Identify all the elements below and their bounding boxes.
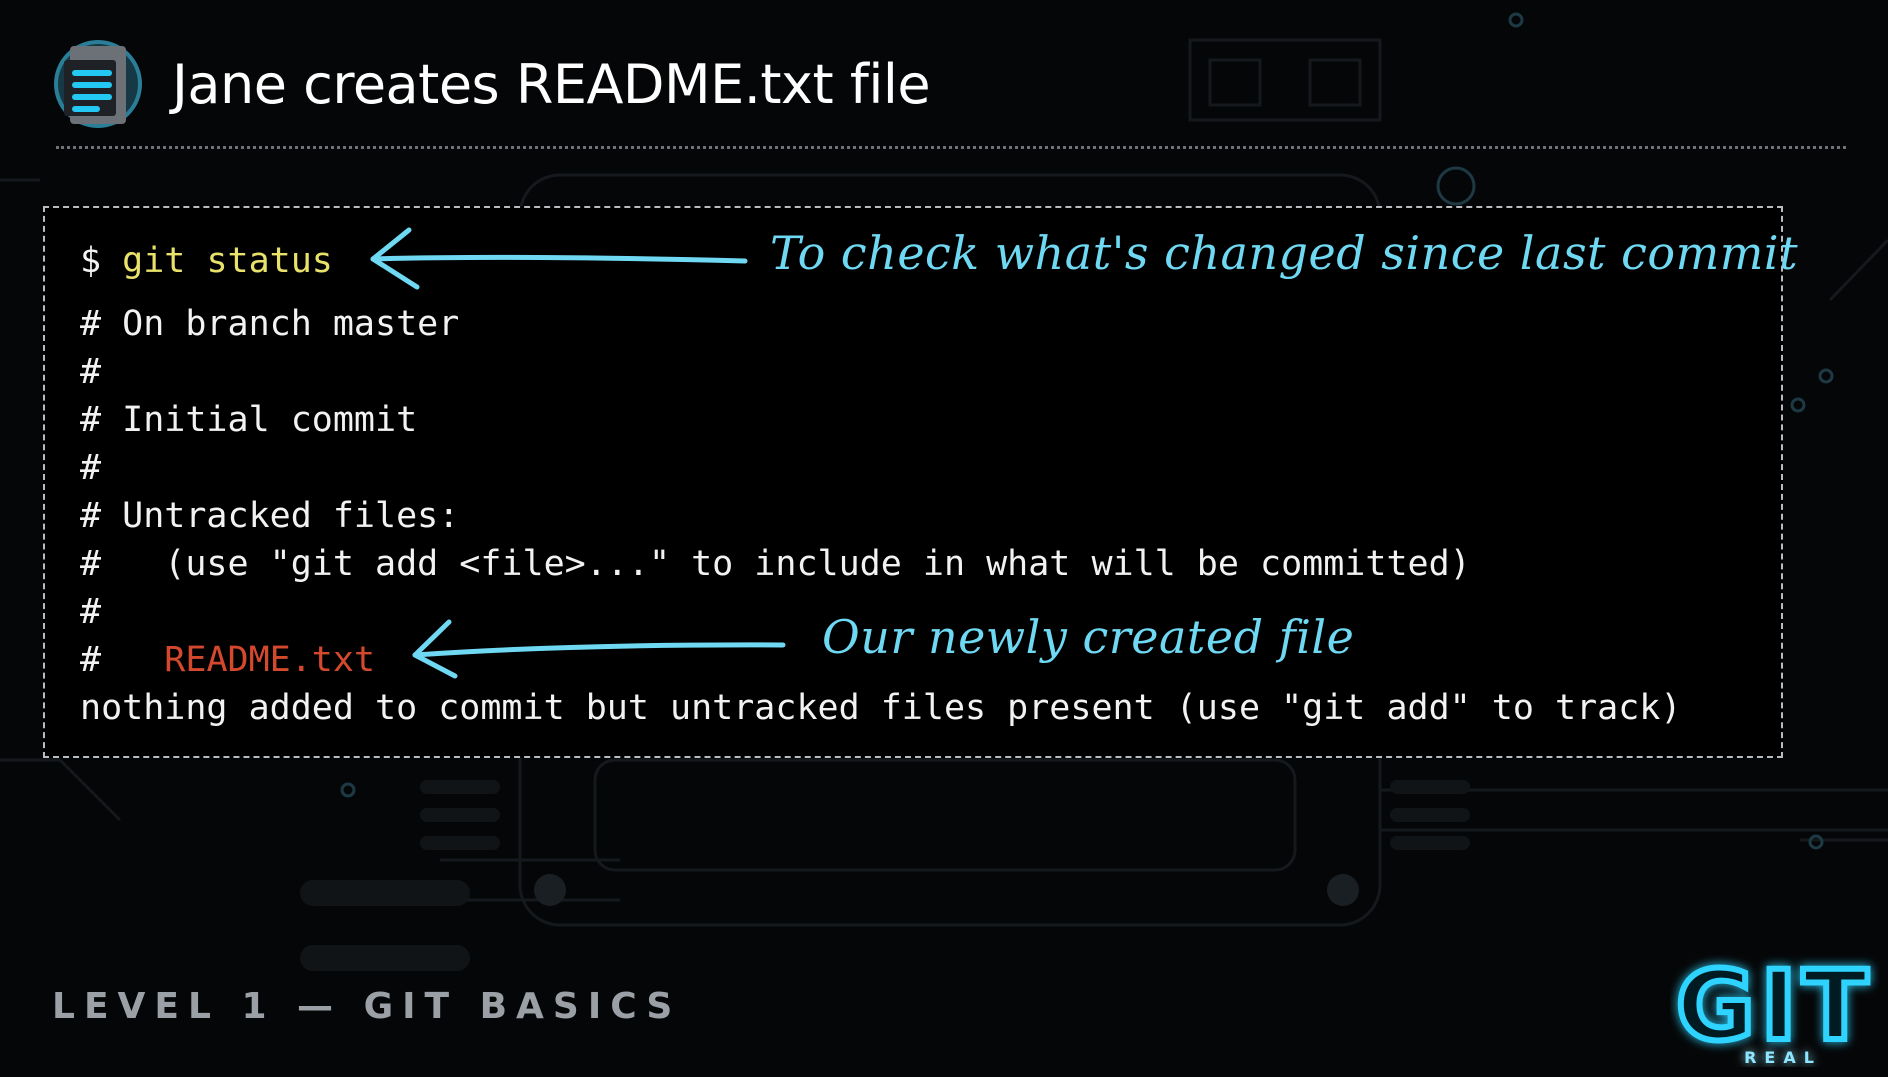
arrow-shaft — [412, 642, 786, 658]
slide-header: Jane creates README.txt file — [52, 34, 931, 134]
document-icon — [52, 38, 144, 130]
arrow-head — [412, 619, 458, 679]
git-real-logo: GIT REAL — [1670, 947, 1880, 1067]
logo-text: GIT — [1676, 955, 1874, 1062]
logo-subtext: REAL — [1744, 1048, 1822, 1067]
command-annotation: To check what's changed since last commi… — [770, 226, 1799, 280]
header-divider — [56, 146, 1846, 149]
file-annotation: Our newly created file — [822, 610, 1355, 664]
arrow-shaft — [370, 254, 748, 264]
slide-title: Jane creates README.txt file — [172, 52, 931, 116]
terminal-output: $ git status # On branch master # # Init… — [43, 206, 1798, 758]
annotation-arrows — [370, 227, 786, 679]
level-label: LEVEL 1 — GIT BASICS — [52, 986, 682, 1027]
